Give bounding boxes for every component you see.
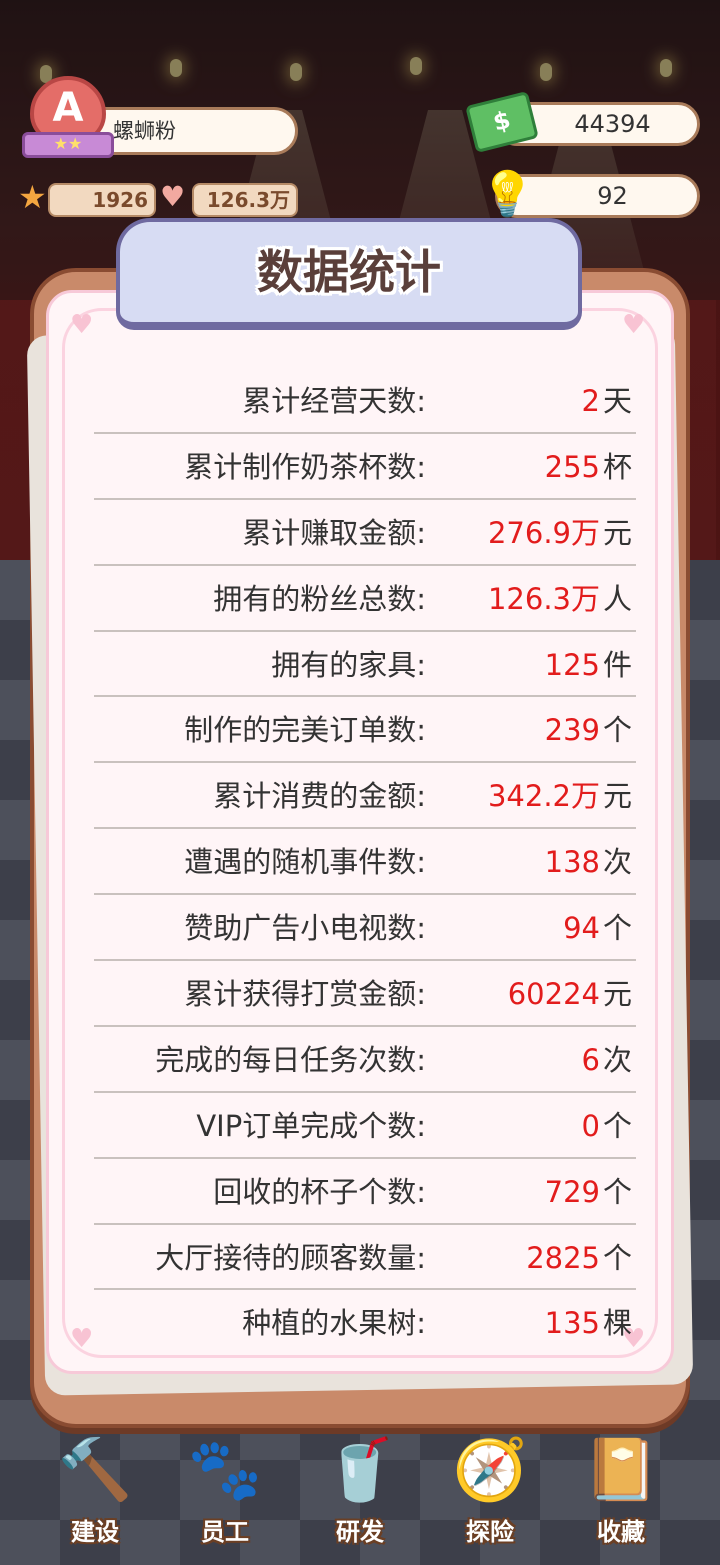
stat-row: 赞助广告小电视数: 94 个 (94, 895, 636, 962)
rank-stars: ★★ (22, 132, 114, 158)
heart-icon: ♥ (70, 310, 94, 340)
stat-value: 138 (544, 845, 600, 880)
stat-value: 255 (544, 449, 600, 484)
nav-label: 探险 (466, 1518, 514, 1546)
stat-unit: 个 (602, 1240, 632, 1275)
stat-unit: 元 (602, 977, 632, 1012)
stat-value: 2825 (526, 1240, 600, 1275)
stat-row: 种植的水果树: 135 棵 (94, 1290, 636, 1356)
stat-label: 完成的每日任务次数: (155, 1042, 426, 1077)
nav-research[interactable]: 🥤 研发 (305, 1410, 415, 1560)
stat-value: 729 (544, 1174, 600, 1209)
hammer-icon: 🔨 (57, 1435, 133, 1505)
stat-label: 种植的水果树: (242, 1306, 426, 1341)
stat-row: 回收的杯子个数: 729 个 (94, 1159, 636, 1225)
stat-unit: 人 (602, 581, 632, 616)
nav-build[interactable]: 🔨 建设 (40, 1410, 150, 1560)
album-icon: 📔 (583, 1435, 659, 1505)
stat-label: 累计消费的金额: (213, 779, 426, 814)
stars-count: 1926 (48, 183, 156, 217)
stat-row: 累计制作奶茶杯数: 255 杯 (94, 434, 636, 500)
stat-row: VIP订单完成个数: 0 个 (94, 1093, 636, 1159)
nav-staff[interactable]: 🐾 员工 (170, 1410, 280, 1560)
rank-badge[interactable]: A ★★ (22, 72, 114, 164)
stat-label: 累计制作奶茶杯数: (184, 449, 426, 484)
stat-value: 6 (581, 1042, 600, 1077)
stat-value: 2 (581, 384, 600, 418)
stat-label: 回收的杯子个数: (213, 1174, 426, 1209)
stat-row: 大厅接待的顾客数量: 2825 个 (94, 1225, 636, 1291)
lightbulb-icon: 💡 (480, 169, 535, 220)
stat-value: 125 (544, 647, 600, 682)
stat-unit: 件 (602, 647, 632, 682)
milk-tea-icon: 🥤 (322, 1435, 398, 1505)
stat-value: 60224 (507, 977, 600, 1012)
stat-unit: 次 (602, 1042, 632, 1077)
stat-value: 0 (581, 1108, 600, 1143)
stat-value: 276.9万 (487, 515, 600, 550)
star-icon: ★ (18, 178, 47, 216)
stat-value: 135 (544, 1306, 600, 1341)
stat-row: 累计经营天数: 2 天 (94, 368, 636, 434)
fans-icon: ♥ (160, 180, 186, 213)
stat-unit: 元 (602, 779, 632, 814)
stat-row: 完成的每日任务次数: 6 次 (94, 1027, 636, 1093)
stat-value: 342.2万 (487, 779, 600, 814)
stat-unit: 元 (602, 515, 632, 550)
stat-label: 累计获得打赏金额: (184, 977, 426, 1012)
paw-icon: 🐾 (187, 1435, 263, 1505)
stat-value: 94 (563, 911, 600, 946)
stat-unit: 个 (602, 1108, 632, 1143)
stat-label: 遭遇的随机事件数: (184, 845, 426, 880)
stat-unit: 天 (602, 384, 632, 418)
fans-count: 126.3万 (192, 183, 298, 217)
nav-label: 收藏 (597, 1518, 645, 1546)
stat-unit: 杯 (602, 449, 632, 484)
stat-label: 制作的完美订单数: (184, 713, 426, 748)
stat-label: 赞助广告小电视数: (184, 911, 426, 946)
nav-explore[interactable]: 🧭 探险 (435, 1410, 545, 1560)
stat-value: 126.3万 (487, 581, 600, 616)
bottom-nav: 🔨 建设 🐾 员工 🥤 研发 🧭 探险 📔 收藏 (0, 1410, 720, 1560)
stat-unit: 个 (602, 713, 632, 748)
stat-value: 239 (544, 713, 600, 748)
nav-collection[interactable]: 📔 收藏 (566, 1410, 676, 1560)
stat-label: 累计赚取金额: (242, 515, 426, 550)
stat-row: 拥有的家具: 125 件 (94, 632, 636, 698)
stat-unit: 个 (602, 911, 632, 946)
nav-label: 研发 (336, 1518, 384, 1546)
stat-label: 拥有的家具: (271, 647, 426, 682)
compass-icon: 🧭 (452, 1435, 528, 1505)
stat-row: 遭遇的随机事件数: 138 次 (94, 829, 636, 896)
stat-unit: 棵 (602, 1306, 632, 1341)
stat-label: 大厅接待的顾客数量: (155, 1240, 426, 1275)
heart-icon: ♥ (70, 1324, 94, 1354)
heart-icon: ♥ (622, 310, 646, 340)
stat-unit: 个 (602, 1174, 632, 1209)
nav-label: 建设 (71, 1518, 119, 1546)
stat-unit: 次 (602, 845, 632, 880)
stat-label: 拥有的粉丝总数: (213, 581, 426, 616)
stat-row: 制作的完美订单数: 239 个 (94, 697, 636, 764)
stat-row: 拥有的粉丝总数: 126.3万人 (94, 566, 636, 632)
stat-label: VIP订单完成个数: (196, 1108, 426, 1143)
stat-row: 累计获得打赏金额: 60224 元 (94, 961, 636, 1027)
nav-label: 员工 (201, 1518, 249, 1546)
stats-list[interactable]: 累计经营天数: 2 天累计制作奶茶杯数: 255 杯累计赚取金额: 276.9万元拥有的粉… (94, 368, 636, 1356)
dialog-title: 数据统计 (257, 245, 441, 299)
stat-label: 累计经营天数: (242, 384, 426, 418)
stat-row: 累计赚取金额: 276.9万元 (94, 500, 636, 566)
stat-row: 累计消费的金额: 342.2万元 (94, 763, 636, 830)
